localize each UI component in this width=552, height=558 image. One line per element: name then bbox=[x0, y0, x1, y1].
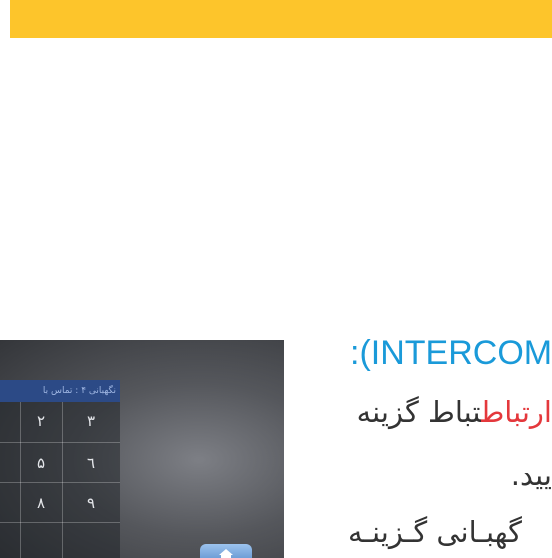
keypad-divider bbox=[20, 402, 21, 558]
top-color-bar bbox=[10, 0, 552, 38]
section-heading: :(INTERCOM bbox=[350, 334, 552, 372]
keypad-divider bbox=[0, 482, 120, 483]
option-highlight: ارتباط bbox=[481, 395, 552, 429]
home-icon bbox=[219, 549, 233, 558]
keypad: نگهبانی ۴ : تماس با ۲ ۳ ۵ ٦ ۸ ۹ bbox=[0, 380, 120, 558]
key-3[interactable]: ۳ bbox=[76, 406, 106, 436]
keypad-divider bbox=[0, 522, 120, 523]
key-9[interactable]: ۹ bbox=[76, 488, 106, 518]
device-screen-image: نگهبانی ۴ : تماس با ۲ ۳ ۵ ٦ ۸ ۹ bbox=[0, 340, 284, 558]
instruction-line-3: گهبـانی گـزینـه bbox=[348, 515, 522, 549]
instruction-line-2: یید. bbox=[510, 458, 552, 492]
home-button[interactable] bbox=[200, 544, 252, 558]
key-6[interactable]: ٦ bbox=[76, 448, 106, 478]
instruction-line-1-text: تباط گزینه bbox=[356, 395, 482, 429]
keypad-title: نگهبانی ۴ : تماس با bbox=[0, 380, 120, 402]
key-5[interactable]: ۵ bbox=[26, 448, 56, 478]
keypad-divider bbox=[0, 442, 120, 443]
instruction-line-1: ارتباطتباط گزینه bbox=[357, 395, 552, 429]
keypad-divider bbox=[62, 402, 63, 558]
key-8[interactable]: ۸ bbox=[26, 488, 56, 518]
key-2[interactable]: ۲ bbox=[26, 406, 56, 436]
